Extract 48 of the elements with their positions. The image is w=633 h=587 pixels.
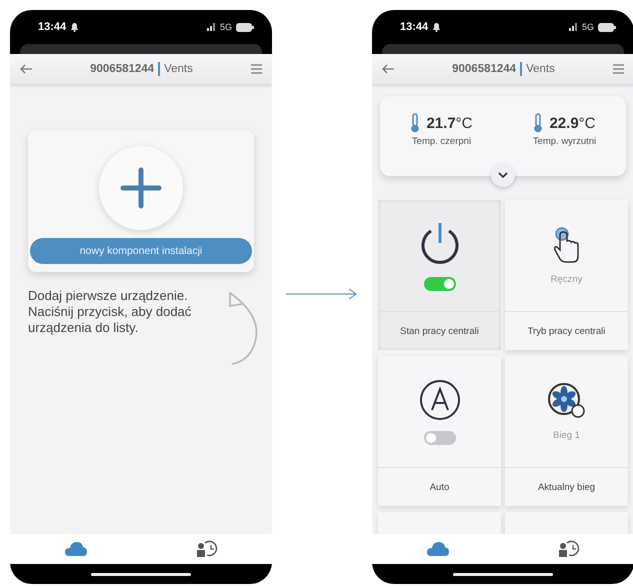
temperature-value: 21.7°C: [426, 114, 473, 132]
battery-icon: [598, 22, 616, 32]
tile-value: Bieg 1: [553, 430, 580, 441]
signal-icon: [568, 23, 578, 31]
back-arrow-icon[interactable]: [382, 64, 394, 74]
clock-time: 13:44: [400, 21, 428, 33]
temperature-label: Temp. czerpni: [412, 136, 472, 147]
cloud-icon: [426, 542, 448, 556]
expand-button[interactable]: [491, 163, 515, 187]
bell-icon: [432, 22, 442, 32]
auto-mode-icon: [418, 378, 460, 420]
menu-icon[interactable]: [251, 64, 262, 74]
chevron-down-icon: [498, 172, 508, 178]
hand-pointer-icon: [552, 226, 580, 264]
toggle-switch[interactable]: [424, 430, 456, 444]
brand-name: Vents: [164, 63, 193, 75]
signal-icon: [206, 23, 216, 31]
user-clock-icon: [196, 540, 218, 558]
cloud-icon: [64, 542, 86, 556]
thermometer-icon: [410, 113, 420, 133]
device-id: 9006581244: [452, 63, 516, 75]
menu-icon[interactable]: [613, 64, 624, 74]
tile-label: Stan pracy centrali: [400, 326, 479, 336]
tile-label: Aktualny bieg: [538, 482, 596, 492]
tile-label: Tryb pracy centrali: [528, 326, 606, 336]
plus-icon: [120, 167, 162, 209]
temperature-value: 22.9°C: [549, 114, 596, 132]
empty-hint-text: Dodaj pierwsze urządzenie. Naciśnij przycisk, aby dodać urządzenia do listy.: [28, 288, 192, 336]
network-type: 5G: [220, 22, 232, 32]
brand-name: Vents: [526, 63, 555, 75]
device-id: 9006581244: [90, 63, 154, 75]
toggle-switch[interactable]: [424, 276, 456, 290]
bell-icon: [70, 22, 80, 32]
user-clock-icon: [558, 540, 580, 558]
control-tile[interactable]: Bieg 1 Aktualny bieg: [505, 356, 628, 506]
tile-label: Auto: [430, 482, 450, 492]
back-arrow-icon[interactable]: [20, 64, 32, 74]
arrow: [286, 288, 358, 300]
control-tile[interactable]: Auto: [378, 356, 501, 506]
thermometer-icon: [533, 113, 544, 133]
clock-time: 13:44: [38, 21, 66, 33]
tile-value: Ręczny: [550, 274, 582, 285]
fan-icon: [546, 382, 586, 420]
network-type: 5G: [582, 22, 594, 32]
control-tile[interactable]: Stan pracy centrali: [378, 200, 501, 350]
temperature-label: Temp. wyrzutni: [532, 136, 596, 147]
control-tile[interactable]: Ręczny Tryb pracy centrali: [505, 200, 628, 350]
battery-icon: [236, 22, 254, 32]
